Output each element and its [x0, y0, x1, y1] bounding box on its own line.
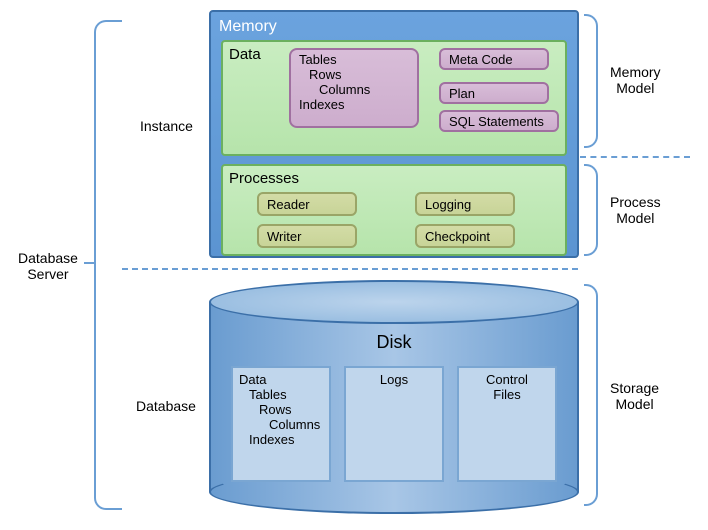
instance-box: Memory Data Tables Rows Columns Indexes …	[209, 10, 579, 258]
label-database-server: Database Server	[18, 250, 78, 282]
indexes-line: Indexes	[299, 97, 409, 112]
disk-data-l2: Tables	[239, 387, 323, 402]
disk-logs-panel: Logs	[344, 366, 444, 482]
plan-box: Plan	[439, 82, 549, 104]
bracket-process-model	[584, 164, 598, 256]
cylinder-top	[209, 280, 579, 324]
brace-tick	[84, 262, 96, 264]
bracket-memory-model	[584, 14, 598, 148]
rows-line: Rows	[299, 67, 409, 82]
disk-data-l4: Columns	[239, 417, 323, 432]
logging-box: Logging	[415, 192, 515, 216]
brace-database-server	[94, 20, 122, 510]
disk-data-panel: Data Tables Rows Columns Indexes	[231, 366, 331, 482]
label-database: Database	[136, 398, 196, 414]
checkpoint-box: Checkpoint	[415, 224, 515, 248]
dashed-instance-database	[122, 268, 578, 270]
disk-data-l3: Rows	[239, 402, 323, 417]
label-instance: Instance	[140, 118, 193, 134]
label-storage-model: Storage Model	[610, 380, 659, 412]
writer-box: Writer	[257, 224, 357, 248]
disk-cylinder: Disk Data Tables Rows Columns Indexes Lo…	[209, 280, 579, 510]
disk-title: Disk	[209, 332, 579, 353]
processes-title: Processes	[229, 170, 559, 187]
meta-code-box: Meta Code	[439, 48, 549, 70]
processes-box: Processes Reader Writer Logging Checkpoi…	[221, 164, 567, 256]
tables-box: Tables Rows Columns Indexes	[289, 48, 419, 128]
bracket-storage-model	[584, 284, 598, 506]
data-box: Data Tables Rows Columns Indexes Meta Co…	[221, 40, 567, 156]
tables-line: Tables	[299, 52, 409, 67]
disk-data-l1: Data	[239, 372, 323, 387]
disk-control-panel: Control Files	[457, 366, 557, 482]
memory-title: Memory	[219, 18, 569, 36]
label-process-model: Process Model	[610, 194, 661, 226]
disk-data-l5: Indexes	[239, 432, 323, 447]
sql-statements-box: SQL Statements	[439, 110, 559, 132]
columns-line: Columns	[299, 82, 409, 97]
dashed-memory-process	[580, 156, 690, 158]
label-memory-model: Memory Model	[610, 64, 661, 96]
reader-box: Reader	[257, 192, 357, 216]
